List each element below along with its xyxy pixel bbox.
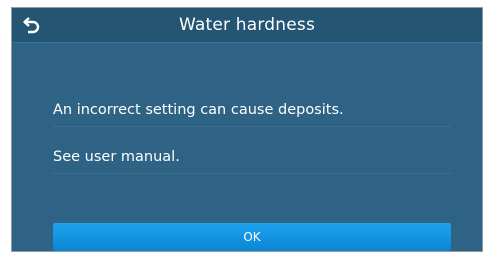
ok-button[interactable]: OK: [53, 223, 451, 251]
dialog-screen: Water hardness An incorrect setting can …: [11, 7, 483, 252]
manual-hint-message: See user manual.: [53, 149, 451, 174]
title-bar: Water hardness: [12, 8, 482, 43]
page-title: Water hardness: [178, 15, 316, 35]
warning-message: An incorrect setting can cause deposits.: [53, 102, 451, 127]
